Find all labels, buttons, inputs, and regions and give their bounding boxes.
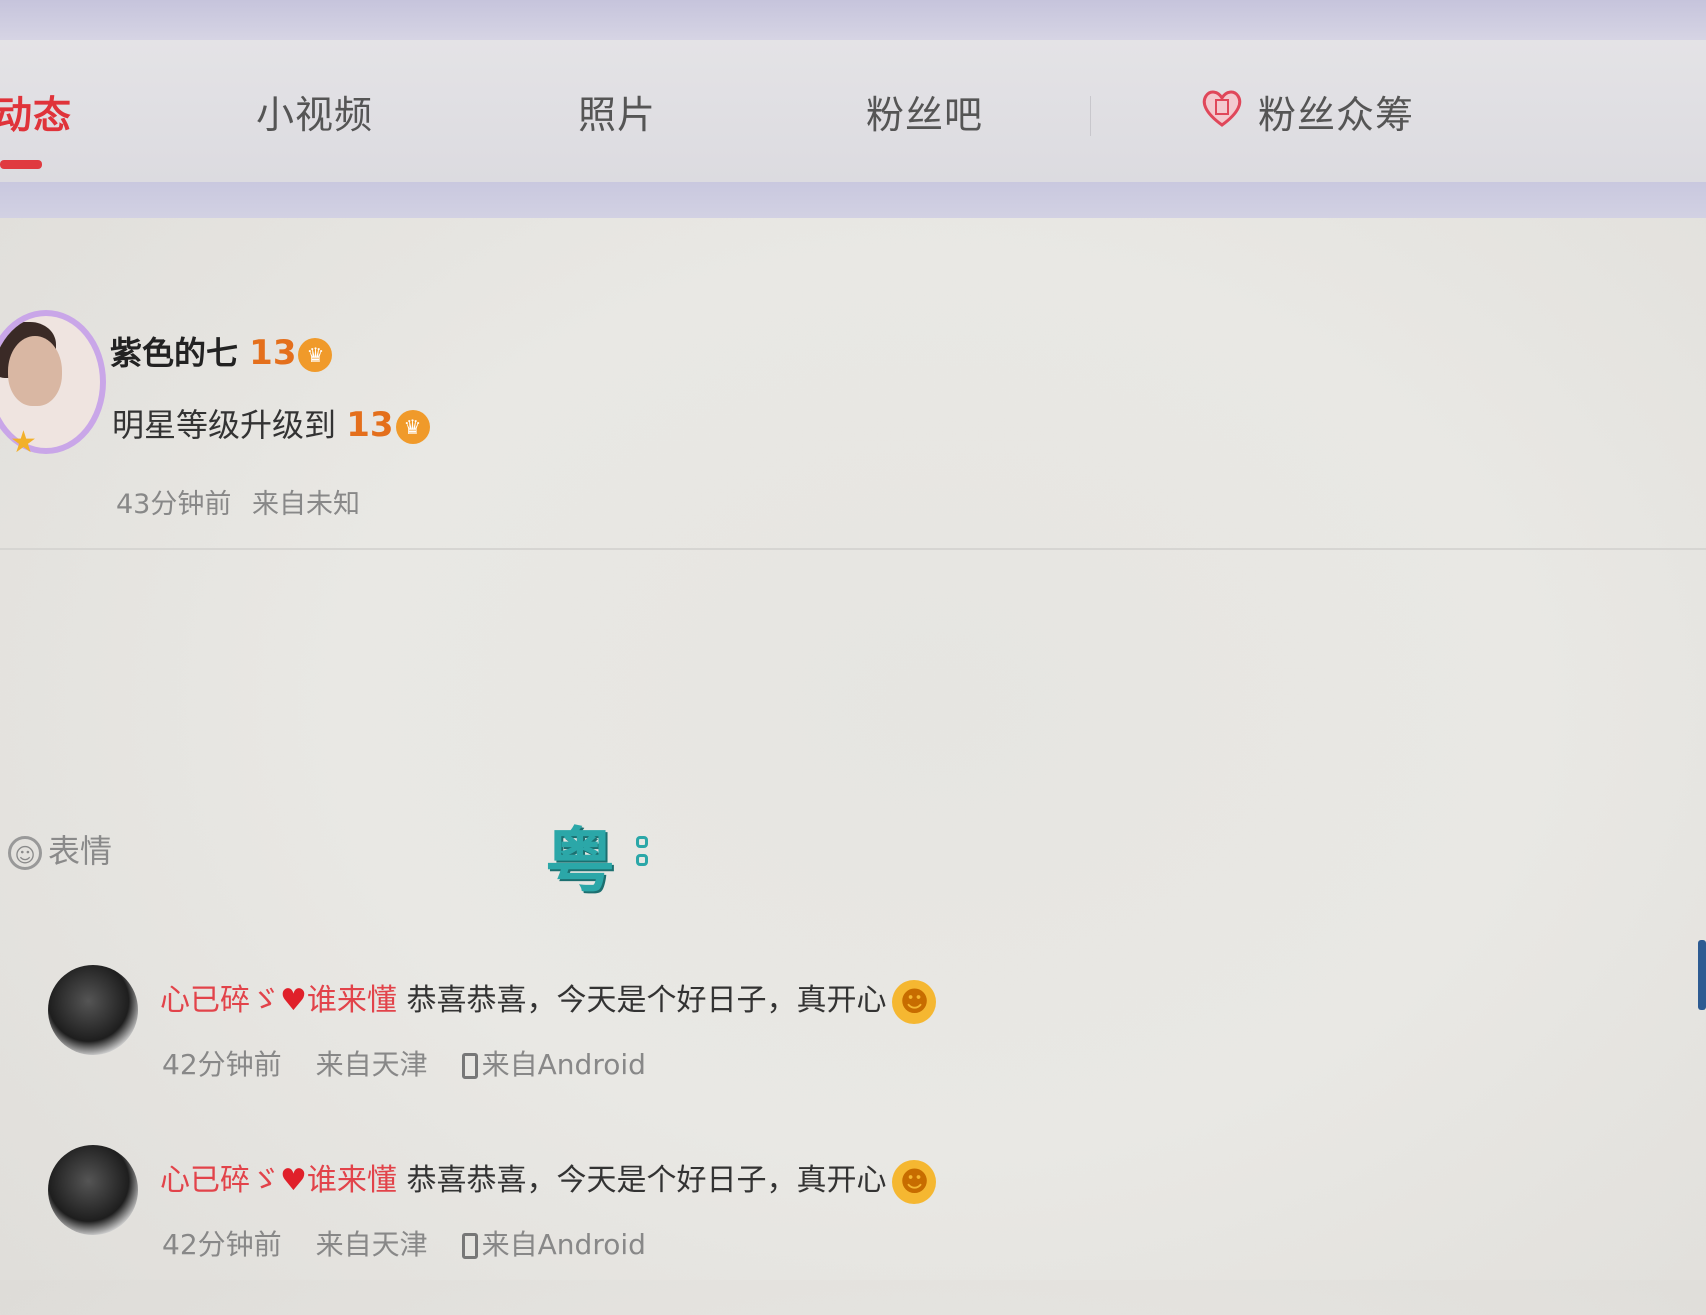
comment-item: 心已碎ゞ♥谁来懂 恭喜恭喜，今天是个好日子，真开心 ☻ 42分钟前 来自天津 来自An… xyxy=(0,965,1706,1135)
tab-fan-forum[interactable]: 粉丝吧 xyxy=(866,84,983,139)
phone-icon xyxy=(461,1053,478,1079)
author-level: 13 xyxy=(249,333,297,373)
comment-item: 心已碎ゞ♥谁来懂 恭喜恭喜，今天是个好日子，真开心 ☻ 42分钟前 来自天津 来自An… xyxy=(0,1145,1706,1315)
section-divider-band xyxy=(0,182,1706,218)
commenter-name[interactable]: 心已碎ゞ♥谁来懂 xyxy=(160,1163,397,1198)
comment-device: 来自Android xyxy=(481,1228,646,1261)
post-meta: 43分钟前 来自未知 xyxy=(116,482,372,521)
tab-dynamics[interactable]: 动态 xyxy=(0,84,72,139)
post-body-line: 明星等级升级到 13 ♛ xyxy=(112,400,430,446)
active-tab-indicator xyxy=(0,160,42,169)
smile-emoji-icon: ☻ xyxy=(892,979,937,1024)
fund-heart-icon[interactable] xyxy=(1200,88,1244,128)
crown-level-icon: ♛ xyxy=(298,338,333,372)
heart-icon: ♥ xyxy=(280,983,307,1018)
tab-fan-crowdfunding[interactable]: 粉丝众筹 xyxy=(1258,84,1414,139)
crown-level-icon: ♛ xyxy=(395,410,430,444)
tab-photos[interactable]: 照片 xyxy=(578,84,656,139)
avatar-face xyxy=(8,336,62,406)
comment-meta: 42分钟前 来自天津 来自Android xyxy=(162,1043,646,1083)
smiley-icon: ☺ xyxy=(8,836,42,870)
comment-location: 来自天津 xyxy=(315,1228,428,1261)
post-author-line: 紫色的七 13 ♛ xyxy=(110,328,333,374)
tab-short-videos[interactable]: 小视频 xyxy=(256,84,373,139)
comment-line: 心已碎ゞ♥谁来懂 恭喜恭喜，今天是个好日子，真开心 ☻ xyxy=(160,1155,937,1204)
top-strip xyxy=(0,0,1706,40)
post-body-level: 13 xyxy=(346,405,394,445)
post-body-text: 明星等级升级到 xyxy=(112,406,337,444)
phone-icon xyxy=(461,1233,478,1259)
post-source: 来自未知 xyxy=(251,489,360,520)
post-author-name[interactable]: 紫色的七 xyxy=(110,334,238,372)
ime-cantonese-icon[interactable]: 粤 xyxy=(545,805,615,906)
commenter-name[interactable]: 心已碎ゞ♥谁来懂 xyxy=(160,983,397,1018)
comment-text: 恭喜恭喜，今天是个好日子，真开心 xyxy=(406,983,887,1018)
commenter-avatar[interactable] xyxy=(48,965,138,1055)
comment-meta: 42分钟前 来自天津 来自Android xyxy=(162,1223,646,1263)
emoji-label: 表情 xyxy=(48,832,113,870)
tab-divider xyxy=(1090,96,1091,136)
ime-indicator-icon xyxy=(636,836,650,876)
post-separator xyxy=(0,548,1706,550)
comment-line: 心已碎ゞ♥谁来懂 恭喜恭喜，今天是个好日子，真开心 ☻ xyxy=(160,975,937,1024)
comment-text: 恭喜恭喜，今天是个好日子，真开心 xyxy=(406,1163,887,1198)
heart-icon: ♥ xyxy=(280,1163,307,1198)
comment-location: 来自天津 xyxy=(315,1048,428,1081)
scrollbar-handle[interactable] xyxy=(1698,940,1706,1010)
commenter-avatar[interactable] xyxy=(48,1145,138,1235)
comment-time: 42分钟前 xyxy=(162,1228,282,1261)
star-badge-icon: ★ xyxy=(10,425,37,460)
comment-time: 42分钟前 xyxy=(162,1048,282,1081)
post-time: 43分钟前 xyxy=(116,489,232,520)
comment-device: 来自Android xyxy=(481,1048,646,1081)
emoji-button[interactable]: ☺ 表情 xyxy=(8,826,112,872)
smile-emoji-icon: ☻ xyxy=(892,1159,937,1204)
